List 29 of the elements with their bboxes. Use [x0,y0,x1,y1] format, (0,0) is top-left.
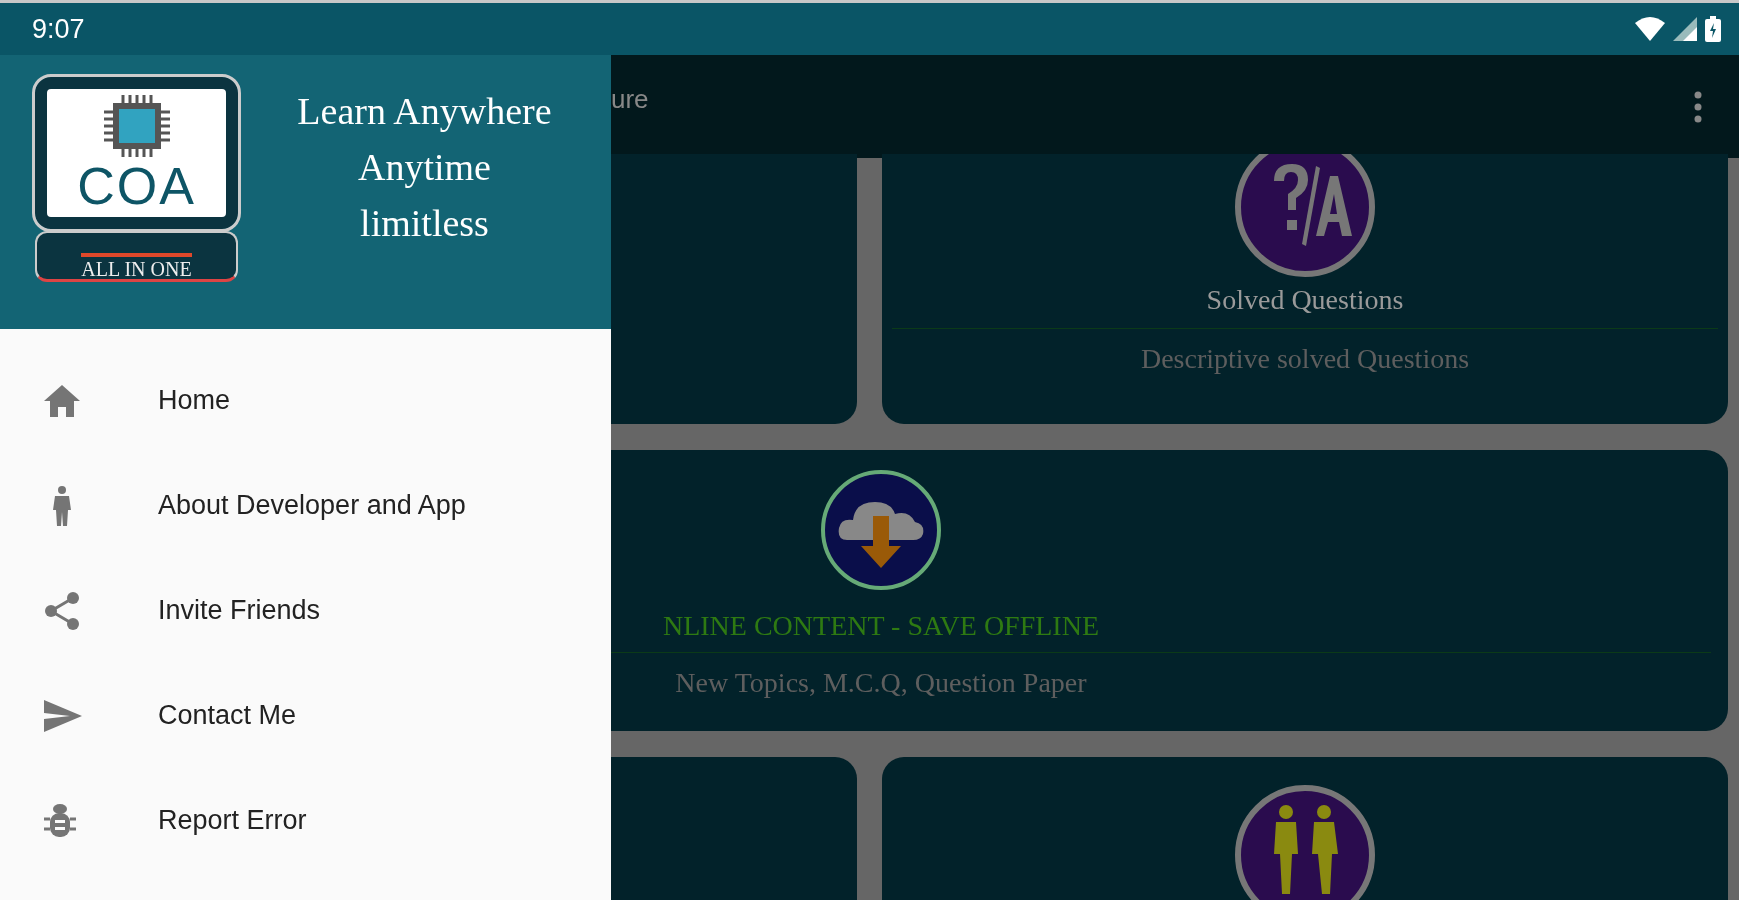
tagline: Learn Anywhere Anytime limitless [296,89,553,246]
app-bar-title: ure [611,84,649,115]
home-icon [44,384,80,417]
signal-icon [1673,17,1697,41]
card-title: Solved Questions [1206,284,1404,316]
send-icon [44,699,82,732]
more-options-icon[interactable] [1693,90,1703,123]
drawer-item[interactable]: Contact Me [0,663,611,768]
logo-text: COA [77,159,196,213]
battery-icon [1705,16,1721,42]
cloud-download-icon [819,468,943,592]
person-icon [51,485,73,526]
card[interactable]: Solved Questions Descriptive solved Questions [882,154,1728,424]
card[interactable] [882,757,1728,900]
drawer-item[interactable]: Home [0,348,611,453]
logo-subtitle: ALL IN ONE [81,253,192,279]
bug-icon [44,802,76,839]
card-subtitle: New Topics, M.C.Q, Question Paper [675,667,1087,699]
drawer-item[interactable]: Invite Friends [0,558,611,663]
clock-time: 9:07 [32,13,85,45]
card-title: NLINE CONTENT - SAVE OFFLINE [662,610,1100,642]
card-subtitle: Descriptive solved Questions [1140,343,1470,375]
question-answer-icon [1234,154,1376,278]
people-icon [1234,784,1376,900]
chip-icon [101,93,172,159]
drawer-item[interactable]: Report Error [0,768,611,873]
drawer-item[interactable]: About Developer and App [0,453,611,558]
share-icon [44,591,80,630]
wifi-icon [1635,17,1665,41]
